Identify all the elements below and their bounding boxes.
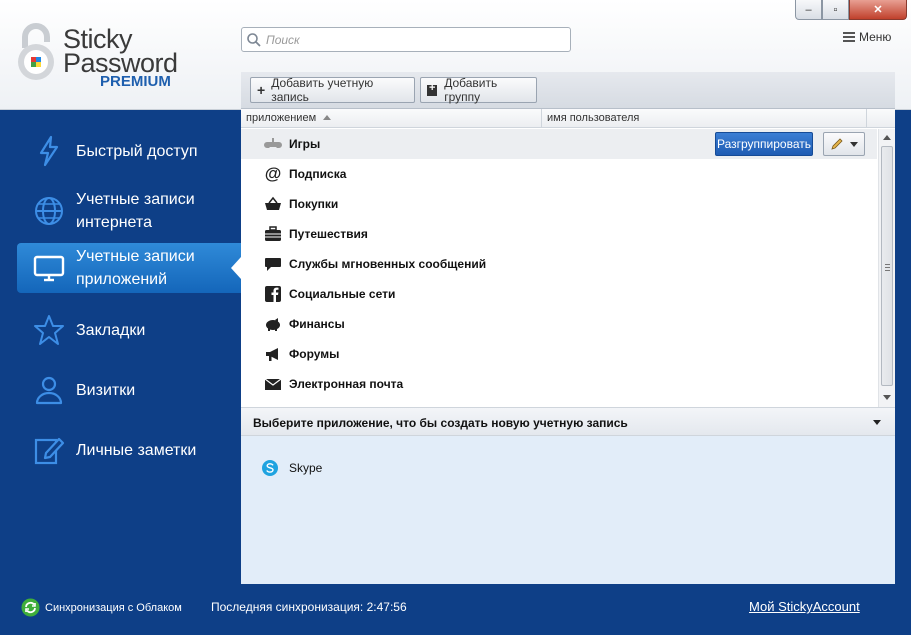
note-edit-icon bbox=[34, 437, 65, 465]
minimize-button[interactable]: – bbox=[795, 0, 822, 20]
column-app[interactable]: приложением bbox=[246, 112, 316, 124]
list-item-label: Игры bbox=[289, 137, 321, 151]
search-input[interactable] bbox=[266, 31, 566, 49]
megaphone-icon bbox=[266, 348, 278, 361]
sidebar-item-bookmarks[interactable]: Закладки bbox=[17, 304, 241, 356]
luggage-icon bbox=[265, 226, 281, 241]
sync-label: Синхронизация с Облаком bbox=[45, 601, 182, 614]
list-item-label: Покупки bbox=[289, 197, 339, 211]
list-item-label: Форумы bbox=[289, 347, 340, 361]
column-divider[interactable] bbox=[866, 109, 867, 128]
facebook-icon bbox=[265, 286, 281, 302]
scroll-up-icon[interactable] bbox=[883, 135, 891, 140]
scroll-down-icon[interactable] bbox=[883, 395, 891, 400]
list-item-shopping[interactable]: Покупки bbox=[241, 189, 877, 219]
sidebar: Быстрый доступ Учетные записи интернета … bbox=[0, 111, 241, 584]
app-item-skype[interactable]: Skype bbox=[261, 459, 322, 477]
window-controls: – ▫ ✕ bbox=[795, 0, 907, 20]
sidebar-item-label: Личные заметки bbox=[76, 441, 197, 459]
gamepad-icon bbox=[264, 138, 282, 148]
my-account-link[interactable]: Мой StickyAccount bbox=[749, 599, 860, 614]
list-item-label: Путешествия bbox=[289, 227, 368, 241]
list-item-messengers[interactable]: Службы мгновенных сообщений bbox=[241, 249, 877, 279]
scroll-thumb[interactable] bbox=[881, 146, 893, 386]
lightning-icon bbox=[39, 135, 59, 167]
search-icon bbox=[247, 33, 261, 47]
main-panel: + Добавить учетную запись Добавить групп… bbox=[241, 72, 895, 584]
list-item-email[interactable]: Электронная почта bbox=[241, 369, 877, 399]
sidebar-item-internet-accounts[interactable]: Учетные записи интернета bbox=[17, 184, 241, 238]
toolbar: + Добавить учетную запись Добавить групп… bbox=[241, 72, 895, 109]
app-item-label: Skype bbox=[289, 461, 323, 475]
list-item-forums[interactable]: Форумы bbox=[241, 339, 877, 369]
person-icon bbox=[35, 376, 63, 405]
plus-icon: + bbox=[257, 82, 266, 98]
list-item-social[interactable]: Социальные сети bbox=[241, 279, 877, 309]
column-divider[interactable] bbox=[541, 109, 542, 128]
star-icon bbox=[34, 315, 64, 345]
chat-bubble-icon bbox=[265, 258, 281, 271]
column-header: приложением имя пользователя bbox=[241, 109, 895, 128]
sync-icon bbox=[21, 598, 40, 617]
list-item-subscription[interactable]: @ Подписка bbox=[241, 159, 877, 189]
maximize-button[interactable]: ▫ bbox=[822, 0, 849, 20]
add-account-label: Добавить учетную запись bbox=[271, 76, 374, 104]
close-button[interactable]: ✕ bbox=[849, 0, 907, 20]
search-box[interactable] bbox=[241, 27, 571, 52]
add-group-label: Добавить группу bbox=[444, 76, 498, 104]
list-item-label: Электронная почта bbox=[289, 377, 404, 391]
active-item-pointer bbox=[231, 257, 241, 279]
app-logo: Sticky Password PREMIUM bbox=[14, 20, 184, 92]
edit-dropdown-button[interactable] bbox=[823, 132, 865, 156]
column-username[interactable]: имя пользователя bbox=[547, 112, 639, 124]
app-picker-label: Выберите приложение, что бы создать нову… bbox=[253, 416, 628, 430]
add-group-icon bbox=[427, 82, 438, 96]
grip-icon bbox=[885, 264, 890, 271]
globe-icon bbox=[35, 197, 63, 225]
sidebar-item-secure-notes[interactable]: Личные заметки bbox=[17, 424, 241, 476]
list-item-finance[interactable]: Финансы bbox=[241, 309, 877, 339]
monitor-icon bbox=[33, 255, 65, 282]
chevron-down-icon[interactable] bbox=[873, 420, 881, 425]
list-item-label: Финансы bbox=[289, 317, 345, 331]
hamburger-icon bbox=[843, 32, 855, 42]
list-item-travel[interactable]: Путешествия bbox=[241, 219, 877, 249]
menu-label: Меню bbox=[859, 30, 892, 44]
list-item-label: Службы мгновенных сообщений bbox=[289, 257, 487, 271]
menu-button[interactable]: Меню bbox=[843, 30, 891, 44]
logo-lock-icon bbox=[18, 23, 54, 80]
group-list: Игры Разгруппировать @ Подписка Покупки bbox=[241, 129, 877, 407]
status-bar: Синхронизация с Облаком Последняя синхро… bbox=[0, 584, 911, 635]
list-item-games[interactable]: Игры Разгруппировать bbox=[241, 129, 877, 159]
list-item-label: Социальные сети bbox=[289, 287, 396, 301]
cloud-sync-button[interactable]: Синхронизация с Облаком bbox=[21, 598, 182, 617]
skype-icon bbox=[262, 460, 278, 476]
sidebar-item-quick-access[interactable]: Быстрый доступ bbox=[17, 125, 241, 177]
sidebar-item-label: Закладки bbox=[76, 321, 146, 339]
sidebar-item-app-accounts[interactable]: Учетные записи приложений bbox=[17, 243, 241, 293]
list-item-label: Подписка bbox=[289, 167, 347, 181]
sidebar-item-label: Учетные записи приложений bbox=[76, 248, 195, 288]
logo-text-premium: PREMIUM bbox=[100, 73, 171, 90]
envelope-icon bbox=[264, 378, 282, 390]
ungroup-button[interactable]: Разгруппировать bbox=[715, 132, 813, 156]
basket-icon bbox=[265, 196, 281, 210]
app-picker-header[interactable]: Выберите приложение, что бы создать нову… bbox=[241, 407, 895, 436]
at-icon: @ bbox=[264, 164, 282, 183]
add-group-button[interactable]: Добавить группу bbox=[420, 76, 537, 104]
pencil-icon bbox=[831, 138, 843, 150]
sidebar-item-label: Визитки bbox=[76, 381, 136, 399]
vertical-scrollbar[interactable] bbox=[878, 129, 895, 407]
chevron-down-icon bbox=[850, 141, 858, 147]
piggy-bank-icon bbox=[266, 318, 280, 331]
app-picker-list: Skype bbox=[241, 436, 895, 584]
sidebar-item-label: Быстрый доступ bbox=[76, 142, 198, 160]
sort-ascending-icon bbox=[323, 115, 331, 120]
add-account-button[interactable]: + Добавить учетную запись bbox=[250, 76, 415, 104]
sidebar-item-label: Учетные записи интернета bbox=[76, 191, 195, 231]
last-sync-status: Последняя синхронизация: 2:47:56 bbox=[211, 600, 407, 614]
sidebar-item-identities[interactable]: Визитки bbox=[17, 364, 241, 416]
